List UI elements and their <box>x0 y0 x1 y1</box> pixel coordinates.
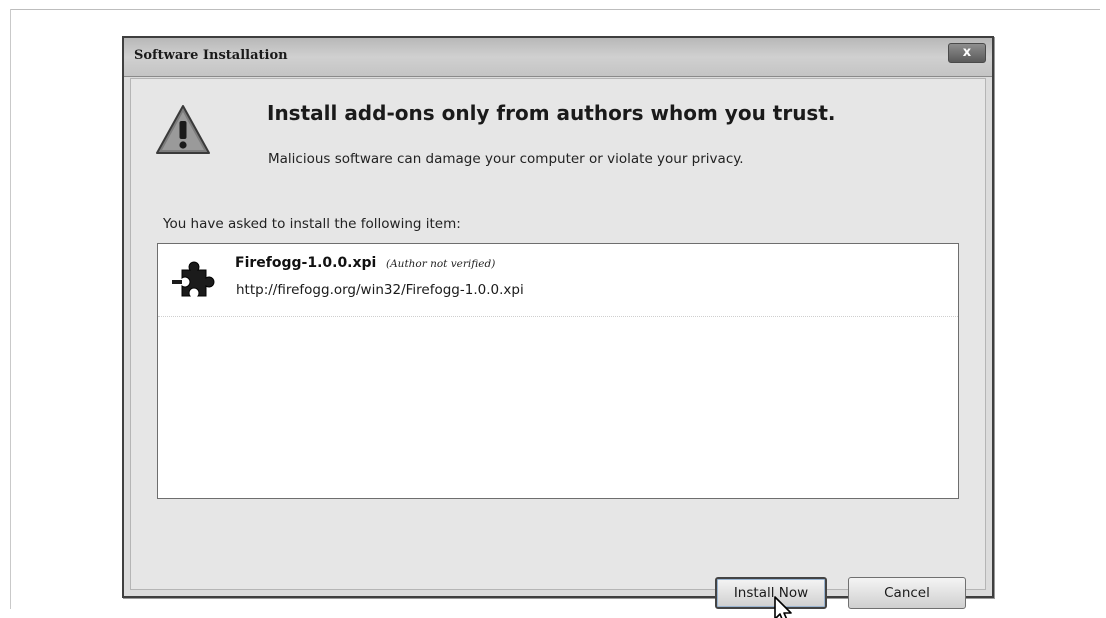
close-icon: x <box>962 45 972 60</box>
install-list[interactable]: Firefogg-1.0.0.xpi (Author not verified)… <box>157 243 959 499</box>
item-author-note: (Author not verified) <box>386 258 496 270</box>
frame-border-left <box>10 9 11 609</box>
dialog-content: Install add-ons only from authors whom y… <box>130 78 986 618</box>
install-now-button[interactable]: Install Now <box>715 577 827 609</box>
item-name: Firefogg-1.0.0.xpi <box>235 255 377 271</box>
item-url: http://firefogg.org/win32/Firefogg-1.0.0… <box>236 282 524 298</box>
install-list-caption: You have asked to install the following … <box>163 216 461 232</box>
warning-headline: Install add-ons only from authors whom y… <box>267 101 836 125</box>
cancel-button[interactable]: Cancel <box>848 577 966 609</box>
puzzle-piece-icon <box>172 261 215 297</box>
mouse-pointer-icon <box>774 596 792 618</box>
dialog-titlebar[interactable]: Software Installation x <box>124 38 992 77</box>
warning-icon <box>156 105 210 154</box>
warning-subline: Malicious software can damage your compu… <box>268 151 744 167</box>
page: Software Installation x Install add-ons … <box>0 0 1106 618</box>
dialog-title: Software Installation <box>134 48 288 63</box>
frame-border-top <box>10 9 1100 10</box>
close-button[interactable]: x <box>948 43 986 63</box>
software-installation-dialog: Software Installation x Install add-ons … <box>122 36 994 618</box>
list-item[interactable]: Firefogg-1.0.0.xpi (Author not verified)… <box>158 244 958 317</box>
